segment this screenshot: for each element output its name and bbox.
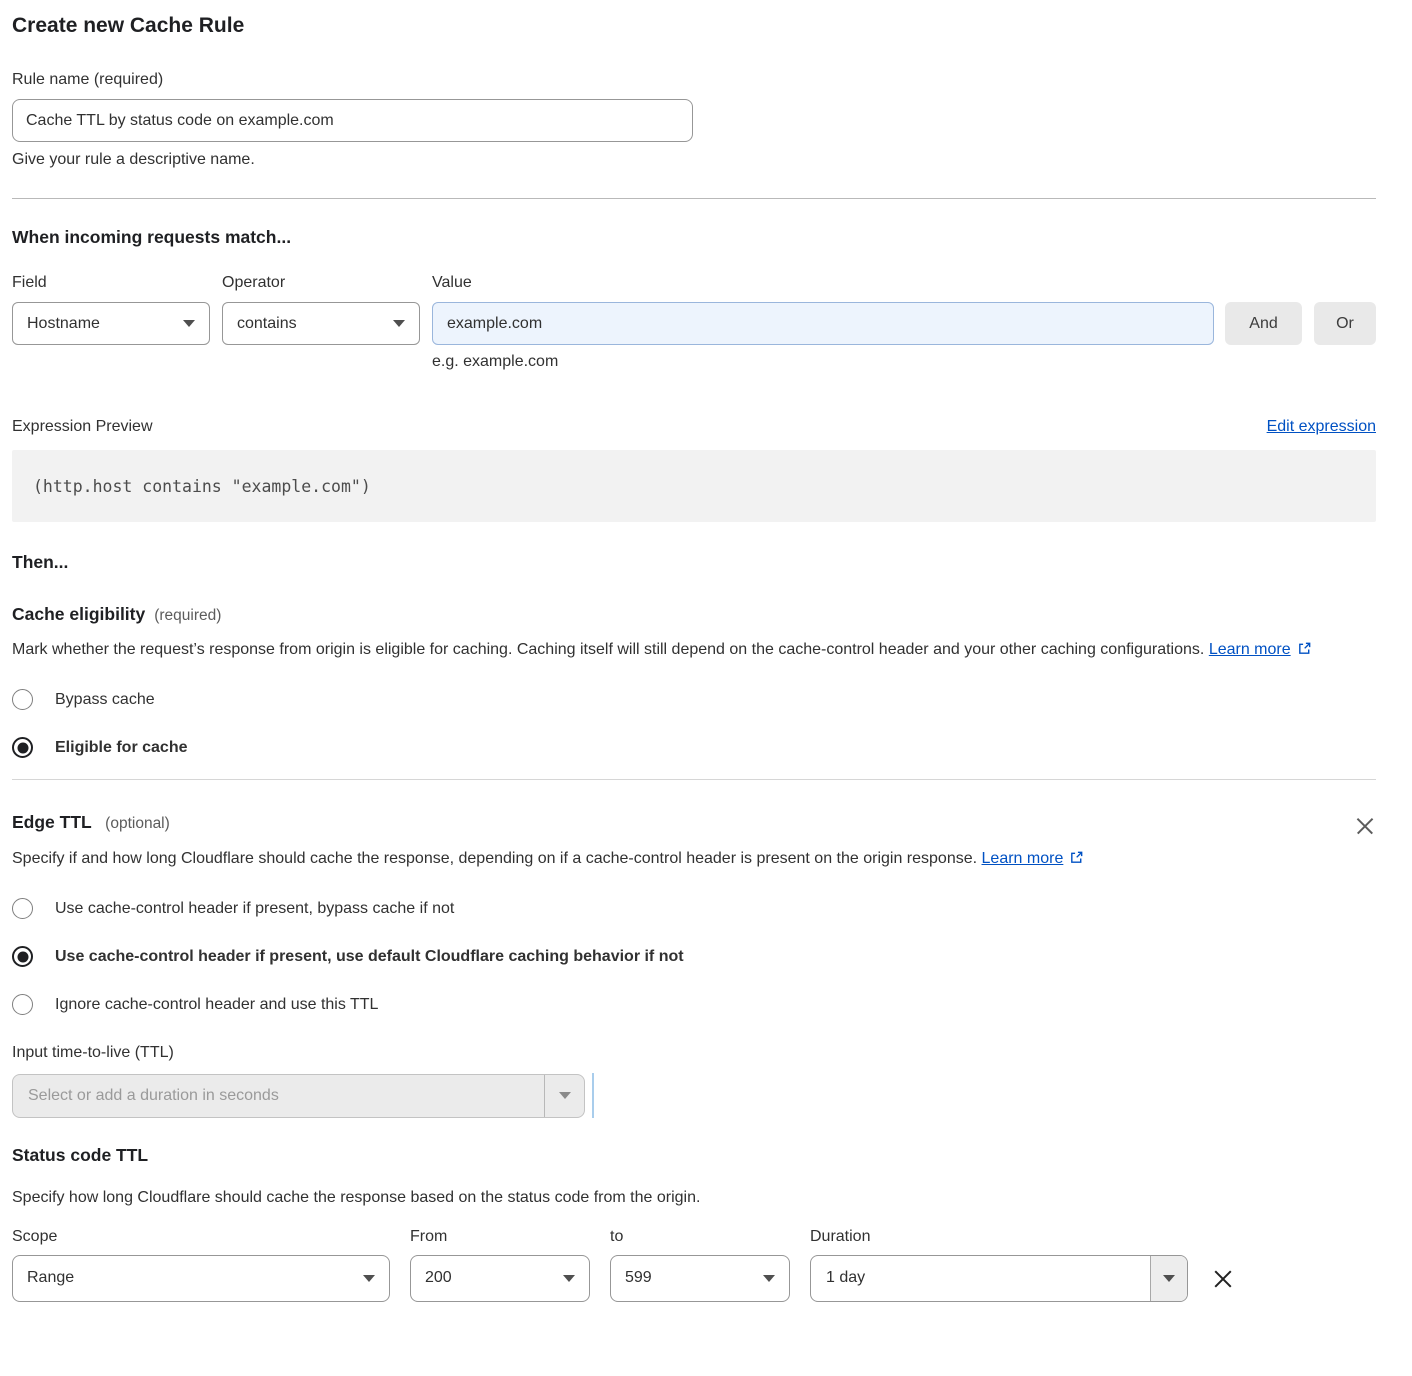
delete-status-row-icon[interactable] [1212,1268,1234,1290]
external-link-icon [1069,847,1084,875]
field-select-value: Hostname [27,315,100,333]
status-code-ttl-row: Scope Range From 200 to 599 Duration 1 d… [12,1228,1376,1302]
cache-eligibility-header: Cache eligibility (required) [12,604,1376,625]
page-title: Create new Cache Rule [12,14,1376,38]
cache-eligibility-title: Cache eligibility [12,604,145,625]
cc-header-default-label: Use cache-control header if present, use… [55,948,684,966]
operator-select[interactable]: contains [222,302,420,345]
cc-header-ignore-radio[interactable] [12,994,33,1015]
external-link-icon [1297,638,1312,666]
eligible-for-cache-radio[interactable] [12,737,33,758]
edge-ttl-learn-more-link[interactable]: Learn more [982,850,1064,867]
edge-ttl-title: Edge TTL [12,812,92,832]
to-select-value: 599 [625,1269,652,1287]
edge-ttl-close-icon[interactable] [1354,815,1376,837]
value-hint: e.g. example.com [432,353,1214,371]
rule-name-label: Rule name (required) [12,71,1376,89]
radio-row-cc-bypass: Use cache-control header if present, byp… [12,898,1376,919]
eligible-for-cache-label: Eligible for cache [55,739,187,757]
chevron-down-icon [363,1275,375,1282]
cc-header-bypass-label: Use cache-control header if present, byp… [55,900,454,918]
from-select[interactable]: 200 [410,1255,590,1302]
expression-preview-header: Expression Preview Edit expression [12,418,1376,436]
radio-row-eligible-for-cache: Eligible for cache [12,737,1376,758]
cache-eligibility-required-tag: (required) [154,607,221,625]
value-label: Value [432,274,1214,292]
bypass-cache-radio[interactable] [12,689,33,710]
match-heading: When incoming requests match... [12,227,1376,248]
cache-eligibility-description: Mark whether the request’s response from… [12,636,1376,666]
rule-name-section: Rule name (required) Give your rule a de… [12,71,1376,169]
edge-ttl-options: Use cache-control header if present, byp… [12,898,1376,1015]
then-heading: Then... [12,552,1376,573]
or-button[interactable]: Or [1314,302,1376,345]
ttl-duration-placeholder: Select or add a duration in seconds [13,1075,544,1117]
create-cache-rule-form: Create new Cache Rule Rule name (require… [0,0,1412,1302]
duration-select-value: 1 day [811,1256,1150,1301]
expression-code: (http.host contains "example.com") [33,477,371,496]
edge-ttl-optional-tag: (optional) [105,815,170,832]
from-label: From [410,1228,590,1246]
chevron-down-icon [544,1075,584,1117]
operator-select-value: contains [237,315,297,333]
to-label: to [610,1228,790,1246]
cache-eligibility-learn-more-link[interactable]: Learn more [1209,641,1291,658]
radio-row-bypass-cache: Bypass cache [12,689,1376,710]
field-label: Field [12,274,210,292]
operator-label: Operator [222,274,420,292]
duration-select[interactable]: 1 day [810,1255,1188,1302]
cc-header-ignore-label: Ignore cache-control header and use this… [55,996,378,1014]
edge-ttl-header: Edge TTL (optional) [12,812,1376,837]
rule-name-helper: Give your rule a descriptive name. [12,151,1376,169]
status-code-ttl-title: Status code TTL [12,1145,1376,1166]
rule-name-input[interactable] [12,99,693,142]
expression-code-block: (http.host contains "example.com") [12,450,1376,522]
chevron-down-icon [1150,1256,1187,1301]
ttl-duration-select[interactable]: Select or add a duration in seconds [12,1074,585,1118]
cache-eligibility-options: Bypass cache Eligible for cache [12,689,1376,758]
bypass-cache-label: Bypass cache [55,691,155,709]
cc-header-default-radio[interactable] [12,946,33,967]
scope-label: Scope [12,1228,390,1246]
from-select-value: 200 [425,1269,452,1287]
field-select[interactable]: Hostname [12,302,210,345]
to-select[interactable]: 599 [610,1255,790,1302]
text-cursor [592,1073,594,1118]
chevron-down-icon [563,1275,575,1282]
edge-ttl-description: Specify if and how long Cloudflare shoul… [12,845,1117,875]
section-divider [12,779,1376,780]
duration-label: Duration [810,1228,1188,1246]
section-divider [12,198,1376,199]
edit-expression-link[interactable]: Edit expression [1267,418,1376,436]
scope-select-value: Range [27,1269,74,1287]
status-code-ttl-description: Specify how long Cloudflare should cache… [12,1184,1376,1212]
radio-row-cc-default: Use cache-control header if present, use… [12,946,1376,967]
chevron-down-icon [183,320,195,327]
expression-preview-label: Expression Preview [12,418,153,436]
ttl-select-row: Select or add a duration in seconds [12,1073,1376,1118]
value-input[interactable] [432,302,1214,345]
cc-header-bypass-radio[interactable] [12,898,33,919]
and-button[interactable]: And [1225,302,1302,345]
chevron-down-icon [763,1275,775,1282]
radio-row-cc-ignore: Ignore cache-control header and use this… [12,994,1376,1015]
scope-select[interactable]: Range [12,1255,390,1302]
chevron-down-icon [393,320,405,327]
match-expression-row: Field Hostname Operator contains Value e… [12,274,1376,371]
ttl-input-label: Input time-to-live (TTL) [12,1044,1376,1062]
